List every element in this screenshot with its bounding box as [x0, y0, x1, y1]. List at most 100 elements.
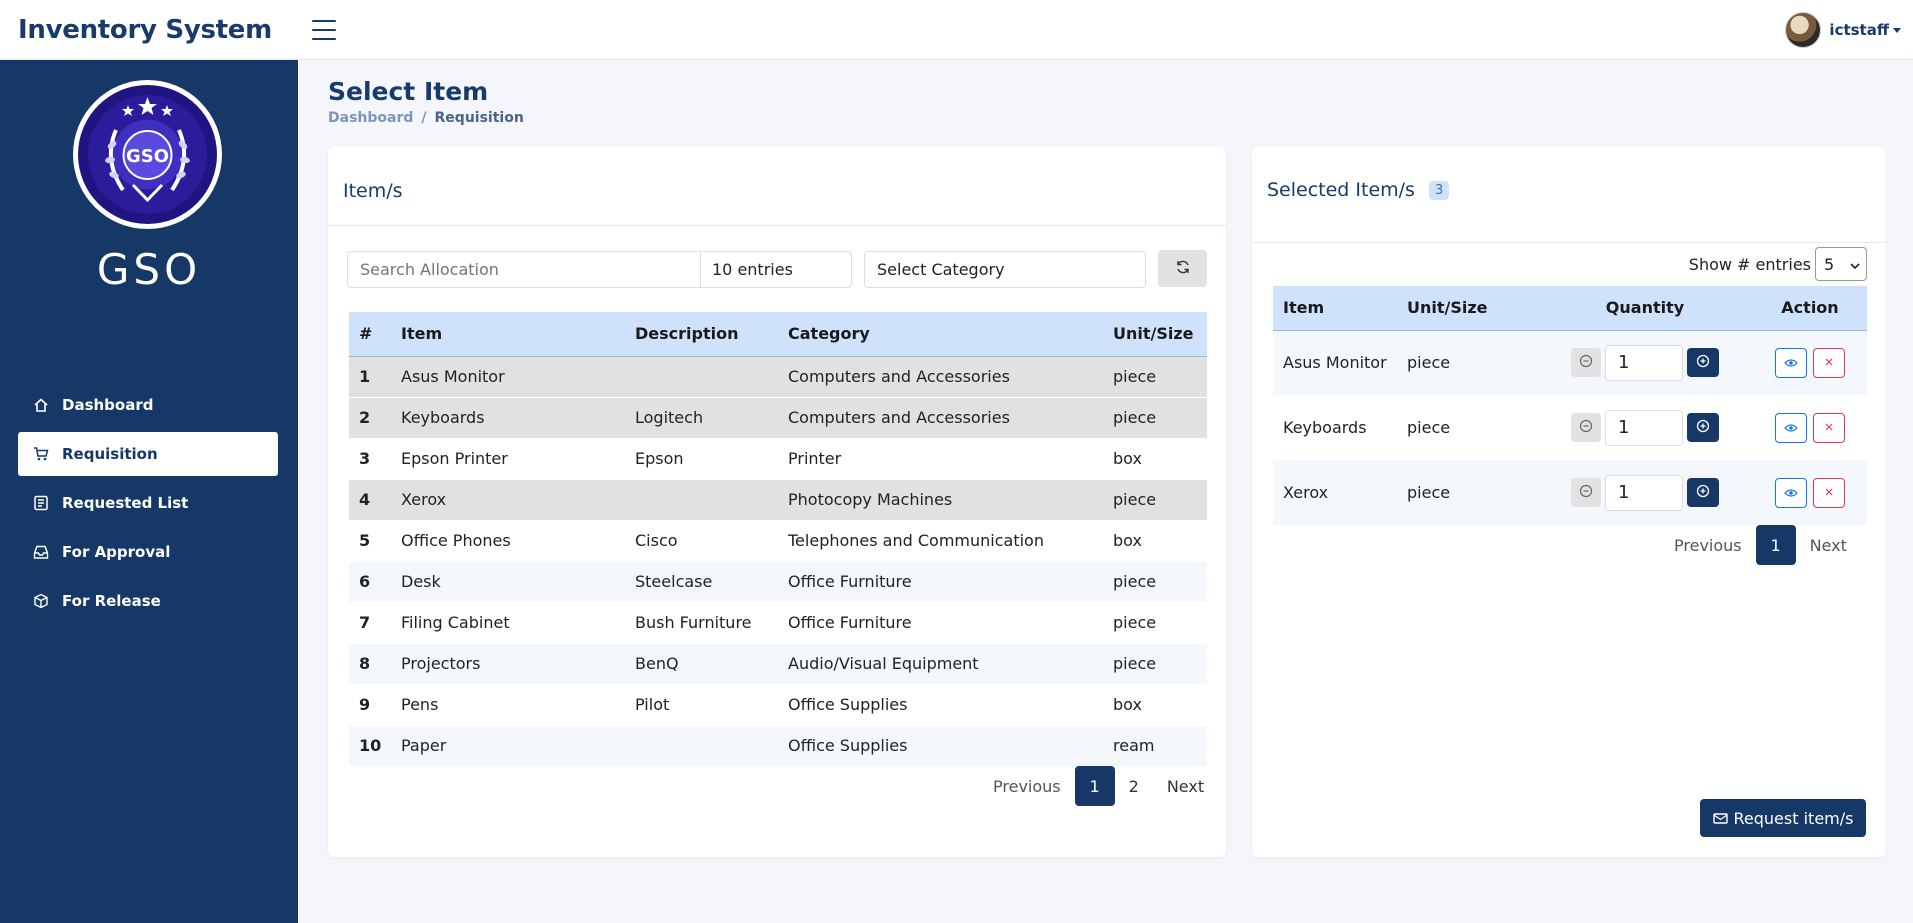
row-unit: piece: [1397, 395, 1537, 460]
table-row[interactable]: 3 Epson Printer Epson Printer box: [349, 438, 1207, 480]
table-row[interactable]: 9 Pens Pilot Office Supplies box: [349, 684, 1207, 726]
row-number: 1: [349, 356, 391, 398]
pagination-page-1[interactable]: 1: [1755, 525, 1796, 565]
row-unit: piece: [1397, 330, 1537, 395]
view-button[interactable]: [1775, 477, 1807, 508]
minus-circle-icon: [1579, 418, 1593, 437]
pagination-previous[interactable]: Previous: [979, 766, 1075, 806]
table-row[interactable]: 1 Asus Monitor Computers and Accessories…: [349, 356, 1207, 398]
gso-logo: GSO: [73, 80, 222, 229]
page-title: Select Item: [328, 77, 489, 106]
view-button[interactable]: [1775, 412, 1807, 443]
table-row[interactable]: 2 Keyboards Logitech Computers and Acces…: [349, 397, 1207, 439]
box-icon: [32, 592, 50, 610]
view-button[interactable]: [1775, 347, 1807, 378]
table-row[interactable]: 4 Xerox Photocopy Machines piece: [349, 479, 1207, 521]
plus-circle-icon: [1696, 353, 1710, 372]
sidebar-item-dashboard[interactable]: Dashboard: [18, 383, 278, 427]
refresh-button[interactable]: [1158, 250, 1207, 287]
column-header[interactable]: #: [349, 312, 391, 357]
row-unit: ream: [1103, 725, 1207, 767]
column-header[interactable]: Quantity: [1537, 286, 1753, 331]
pagination-page-1[interactable]: 1: [1074, 766, 1115, 806]
row-item: Filing Cabinet: [391, 602, 625, 644]
column-header[interactable]: Unit/Size: [1103, 312, 1207, 357]
show-entries-select[interactable]: 5: [1815, 247, 1867, 281]
sidebar-item-requisition[interactable]: Requisition: [18, 432, 278, 476]
request-items-button[interactable]: Request item/s: [1700, 799, 1866, 837]
plus-circle-icon: [1696, 418, 1710, 437]
pagination-previous[interactable]: Previous: [1660, 525, 1756, 565]
decrease-quantity-button[interactable]: [1571, 478, 1601, 507]
row-actions: [1753, 412, 1867, 443]
row-unit: box: [1103, 438, 1207, 480]
user-menu[interactable]: ictstaff: [1785, 12, 1901, 48]
remove-button[interactable]: [1813, 347, 1845, 378]
pagination-next[interactable]: Next: [1796, 525, 1861, 565]
column-header[interactable]: Category: [778, 312, 1103, 357]
category-select[interactable]: Select Category: [864, 251, 1146, 288]
increase-quantity-button[interactable]: [1687, 413, 1719, 442]
column-header[interactable]: Unit/Size: [1397, 286, 1537, 331]
sidebar-item-for-release[interactable]: For Release: [18, 579, 278, 623]
increase-quantity-button[interactable]: [1687, 478, 1719, 507]
table-row[interactable]: 8 Projectors BenQ Audio/Visual Equipment…: [349, 643, 1207, 685]
row-item: Epson Printer: [391, 438, 625, 480]
row-item: Desk: [391, 561, 625, 603]
row-number: 9: [349, 684, 391, 726]
search-input[interactable]: [347, 251, 701, 288]
table-row[interactable]: 5 Office Phones Cisco Telephones and Com…: [349, 520, 1207, 562]
breadcrumb-dashboard[interactable]: Dashboard: [328, 110, 413, 126]
row-unit: piece: [1103, 356, 1207, 398]
quantity-input[interactable]: 1: [1605, 474, 1683, 511]
row-category: Computers and Accessories: [778, 356, 1103, 398]
row-item: Keyboards: [391, 397, 625, 439]
quantity-input[interactable]: 1: [1605, 409, 1683, 446]
sidebar-item-label: For Approval: [62, 543, 171, 561]
caret-down-icon[interactable]: [1893, 27, 1901, 33]
sidebar-item-requested-list[interactable]: Requested List: [18, 481, 278, 525]
row-item: Xerox: [1273, 460, 1397, 525]
row-number: 7: [349, 602, 391, 644]
row-description: [625, 356, 778, 398]
sidebar-item-label: Requested List: [62, 494, 189, 512]
chevron-down-icon: [1850, 255, 1860, 274]
quantity-input[interactable]: 1: [1605, 344, 1683, 381]
remove-button[interactable]: [1813, 412, 1845, 443]
username[interactable]: ictstaff: [1829, 21, 1889, 39]
pagination-page-2[interactable]: 2: [1115, 766, 1153, 806]
selected-pagination: Previous 1 Next: [1660, 525, 1861, 565]
row-unit: piece: [1103, 479, 1207, 521]
sidebar-title: GSO: [96, 245, 202, 294]
row-item: Xerox: [391, 479, 625, 521]
table-row[interactable]: 6 Desk Steelcase Office Furniture piece: [349, 561, 1207, 603]
pagination-next[interactable]: Next: [1153, 766, 1218, 806]
row-unit: piece: [1397, 460, 1537, 525]
column-header[interactable]: Action: [1753, 286, 1867, 331]
column-header[interactable]: Description: [625, 312, 778, 357]
table-row[interactable]: 7 Filing Cabinet Bush Furniture Office F…: [349, 602, 1207, 644]
menu-toggle-icon[interactable]: [312, 19, 336, 40]
row-number: 8: [349, 643, 391, 685]
selected-items-table: Item Unit/Size Quantity Action Asus Moni…: [1273, 286, 1867, 525]
brand-title[interactable]: Inventory System: [18, 15, 310, 45]
decrease-quantity-button[interactable]: [1571, 413, 1601, 442]
remove-button[interactable]: [1813, 477, 1845, 508]
breadcrumb: Dashboard / Requisition: [328, 110, 524, 126]
row-actions: [1753, 477, 1867, 508]
row-category: Printer: [778, 438, 1103, 480]
sidebar-item-for-approval[interactable]: For Approval: [18, 530, 278, 574]
selected-items-label: Selected Item/s: [1267, 179, 1415, 201]
column-header[interactable]: Item: [391, 312, 625, 357]
row-unit: piece: [1103, 602, 1207, 644]
row-category: Office Furniture: [778, 602, 1103, 644]
decrease-quantity-button[interactable]: [1571, 348, 1601, 378]
svg-text:GSO: GSO: [126, 146, 169, 167]
close-icon: [1825, 485, 1833, 500]
column-header[interactable]: Item: [1273, 286, 1397, 331]
table-row[interactable]: 10 Paper Office Supplies ream: [349, 725, 1207, 767]
avatar[interactable]: [1785, 12, 1822, 48]
row-number: 6: [349, 561, 391, 603]
entries-select[interactable]: 10 entries: [700, 251, 852, 288]
increase-quantity-button[interactable]: [1687, 348, 1719, 378]
